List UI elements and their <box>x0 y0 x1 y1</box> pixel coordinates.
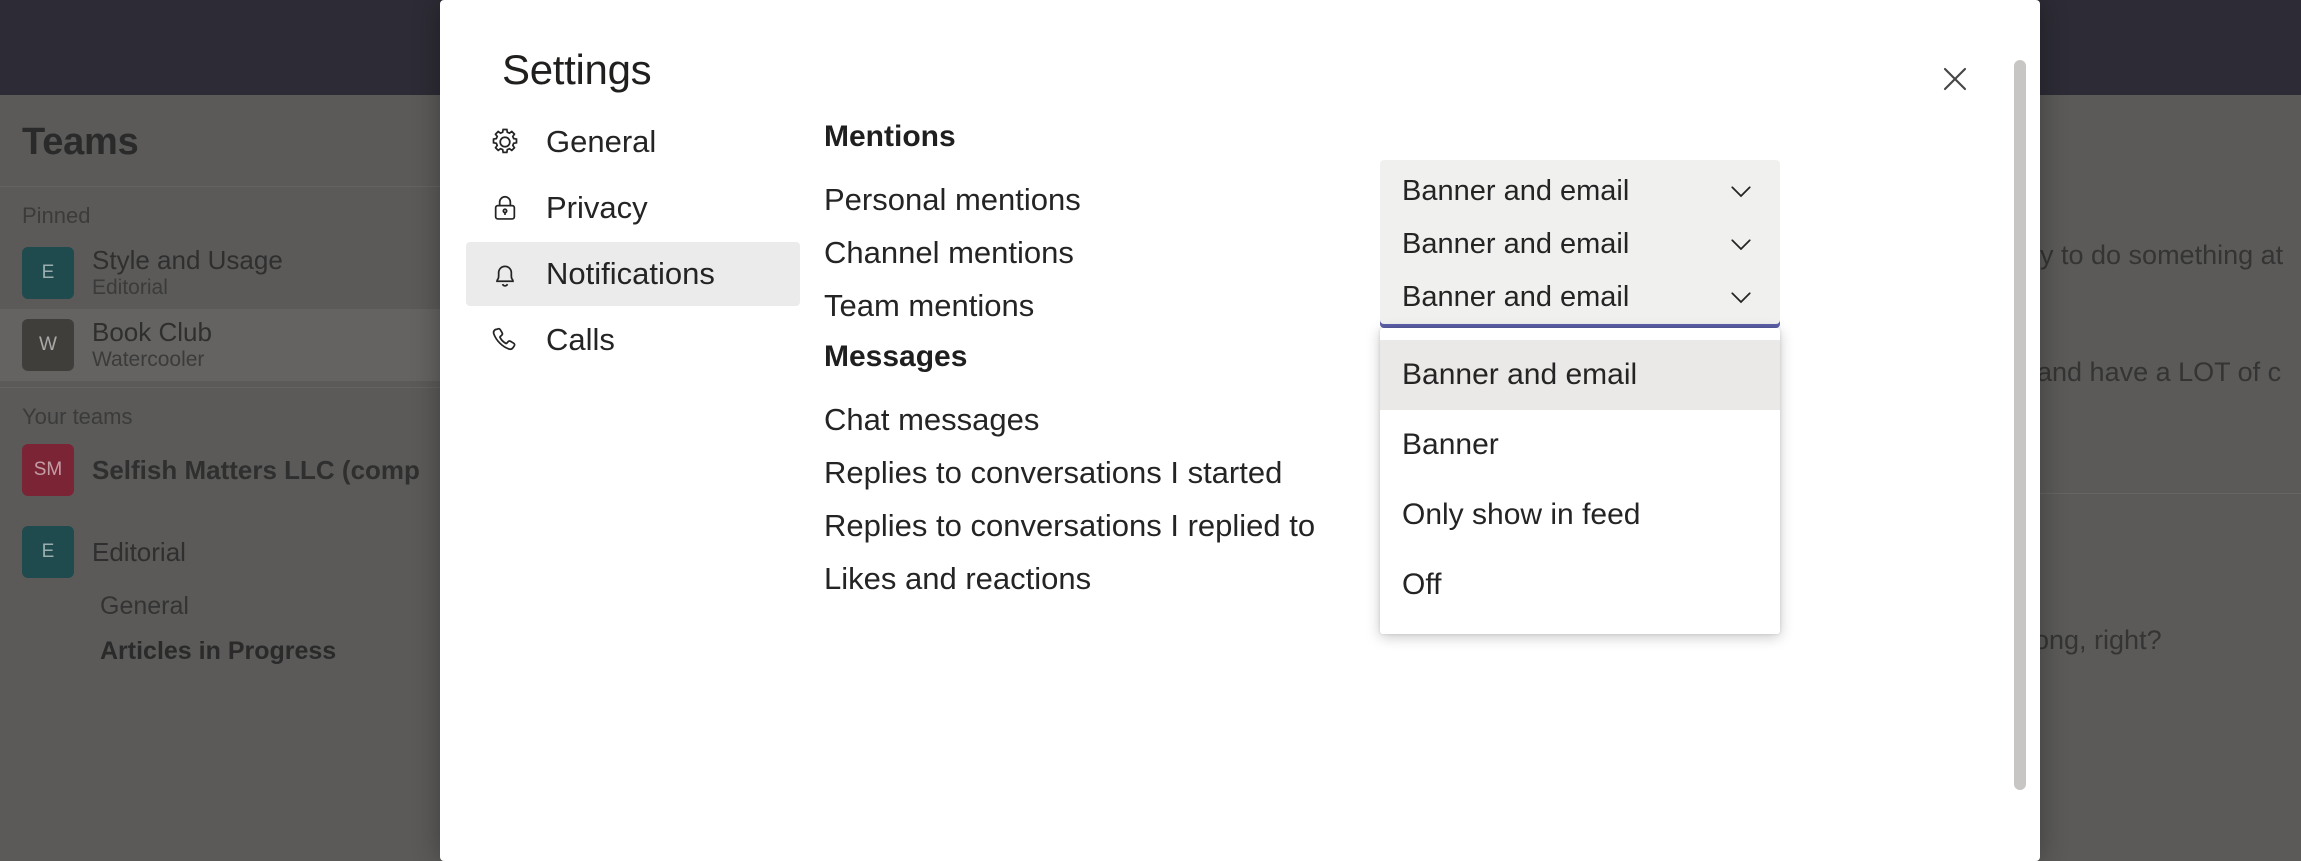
team-name: Style and Usage <box>92 245 283 276</box>
gear-icon <box>488 125 522 159</box>
message-fragment: long, right? <box>2040 625 2162 655</box>
sidebar-item-label: Calls <box>546 322 615 357</box>
team-name: Selfish Matters LLC (comp <box>92 454 420 485</box>
section-heading-mentions: Mentions <box>824 120 956 153</box>
listbox-option[interactable]: Only show in feed <box>1380 480 1780 550</box>
avatar: W <box>22 319 74 371</box>
listbox-option[interactable]: Banner <box>1380 410 1780 480</box>
notification-settings-panel: Mentions Personal mentions Banner and em… <box>800 110 2040 861</box>
bell-icon <box>488 257 522 291</box>
dialog-scrollbar[interactable] <box>2012 60 2028 847</box>
dropdown-value: Banner and email <box>1402 280 1630 313</box>
message-divider <box>2040 493 2301 494</box>
sidebar-item-calls[interactable]: Calls <box>466 308 800 372</box>
setting-label-replies-started: Replies to conversations I started <box>824 455 1283 490</box>
avatar-initial: E <box>41 262 55 283</box>
dialog-header: Settings <box>440 0 2040 110</box>
chevron-down-icon <box>1724 227 1758 261</box>
setting-label-likes-reactions: Likes and reactions <box>824 561 1092 596</box>
sidebar-item-label: Privacy <box>546 190 648 225</box>
avatar-initial: SM <box>33 459 63 480</box>
dropdown-value: Banner and email <box>1402 174 1630 207</box>
sidebar-item-label: Notifications <box>546 256 715 291</box>
team-subtitle: Watercooler <box>92 347 205 371</box>
team-name: Book Club <box>92 317 212 348</box>
setting-label-chat-messages: Chat messages <box>824 402 1040 437</box>
setting-label-channel-mentions: Channel mentions <box>824 235 1074 270</box>
sidebar-item-notifications[interactable]: Notifications <box>466 242 800 306</box>
dropdown-team-mentions[interactable]: Banner and email <box>1380 266 1780 328</box>
sidebar-item-label: General <box>546 124 657 159</box>
avatar: E <box>22 247 74 299</box>
scrollbar-thumb[interactable] <box>2014 60 2026 790</box>
section-heading-messages: Messages <box>824 340 968 373</box>
message-fragment: y to do something at <box>2040 240 2284 270</box>
avatar: SM <box>22 444 74 496</box>
settings-dialog: Settings General Privacy Notifications C… <box>440 0 2040 861</box>
sidebar-item-general[interactable]: General <box>466 110 800 174</box>
setting-label-replies-replied: Replies to conversations I replied to <box>824 508 1316 543</box>
lock-icon <box>488 191 522 225</box>
phone-icon <box>488 323 522 357</box>
team-subtitle: Editorial <box>92 275 168 299</box>
chevron-down-icon <box>1724 280 1758 314</box>
setting-label-personal-mentions: Personal mentions <box>824 182 1081 217</box>
conversation-background: y to do something at k and have a LOT of… <box>2040 95 2301 861</box>
message-fragment: k and have a LOT of c <box>2040 357 2282 387</box>
dropdown-listbox-team-mentions[interactable]: Banner and email Banner Only show in fee… <box>1380 328 1780 634</box>
dialog-body: General Privacy Notifications Calls Ment… <box>440 110 2040 861</box>
sidebar-item-privacy[interactable]: Privacy <box>466 176 800 240</box>
listbox-option[interactable]: Off <box>1380 550 1780 620</box>
dropdown-value: Banner and email <box>1402 227 1630 260</box>
avatar-initial: W <box>39 334 57 355</box>
close-icon <box>1940 64 1970 94</box>
chevron-down-icon <box>1724 174 1758 208</box>
page-title: Settings <box>502 46 652 93</box>
setting-label-team-mentions: Team mentions <box>824 288 1035 323</box>
avatar: E <box>22 526 74 578</box>
settings-nav: General Privacy Notifications Calls <box>440 110 800 861</box>
listbox-option[interactable]: Banner and email <box>1380 340 1780 410</box>
avatar-initial: E <box>41 541 55 562</box>
team-name: Editorial <box>92 536 186 567</box>
close-button[interactable] <box>1932 56 1978 102</box>
